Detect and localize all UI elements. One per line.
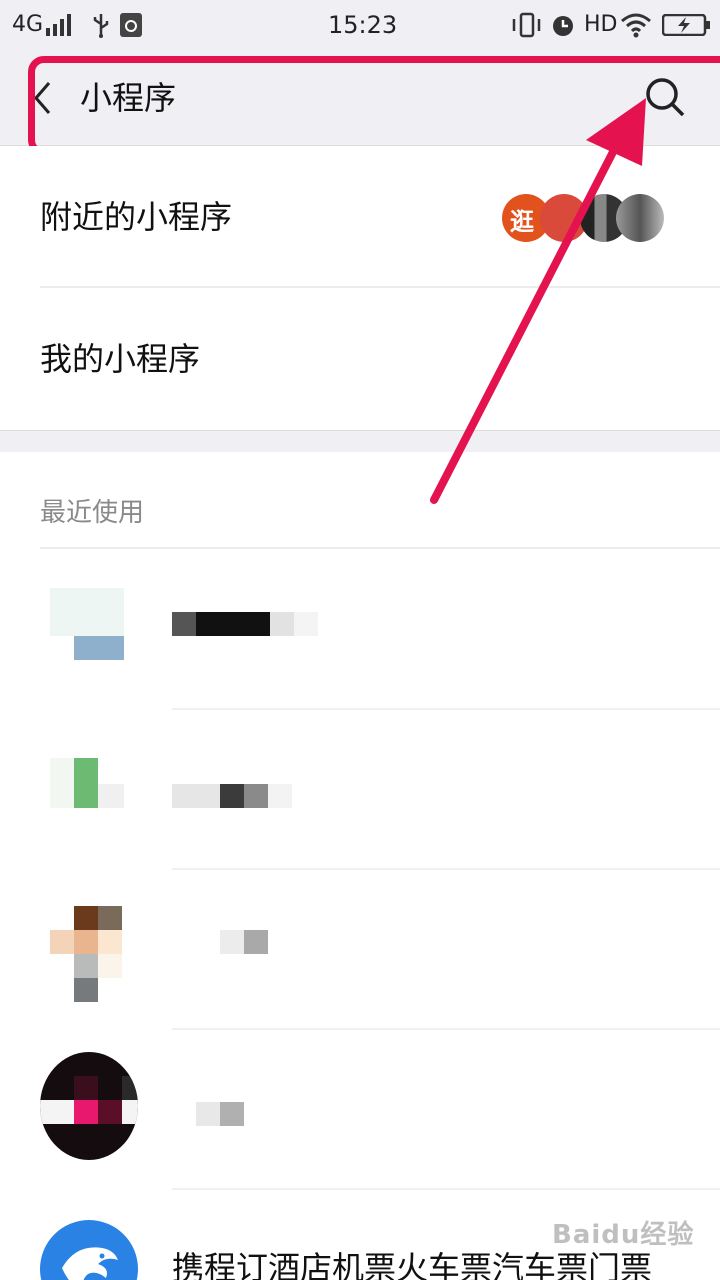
pixelated-app-name <box>220 930 270 954</box>
recent-app-row[interactable] <box>0 550 720 710</box>
status-bar: 4G 15:23 HD <box>0 0 720 50</box>
recent-section-header: 最近使用 <box>40 498 145 528</box>
pixelated-app-name <box>172 612 320 636</box>
clock: 15:23 <box>328 11 398 39</box>
pixelated-app-icon <box>50 758 124 832</box>
nearby-thumbnail <box>616 194 664 242</box>
annotation-highlight-box <box>28 56 720 156</box>
settings-notification-icon <box>120 13 142 37</box>
battery-charging-icon <box>662 14 710 36</box>
pixelated-app-icon <box>50 588 124 662</box>
alarm-icon <box>553 16 573 36</box>
pixelated-app-name <box>196 1102 246 1126</box>
recent-app-row[interactable] <box>0 870 720 1030</box>
nearby-thumbnails: 逛 <box>500 194 670 244</box>
recent-app-row[interactable] <box>0 1030 720 1190</box>
my-mini-programs-row[interactable]: 我的小程序 <box>0 288 720 430</box>
nearby-mini-programs-row[interactable]: 附近的小程序 逛 <box>0 146 720 288</box>
dolphin-icon <box>62 1247 118 1280</box>
signal-icon <box>46 14 71 36</box>
wifi-icon <box>621 13 651 38</box>
recent-app-row[interactable] <box>0 710 720 870</box>
ctrip-app-name: 携程订酒店机票火车票汽车票门票 <box>172 1249 653 1280</box>
network-type: 4G <box>12 12 44 37</box>
divider <box>40 547 720 549</box>
vibrate-icon <box>512 12 541 38</box>
usb-icon <box>93 14 109 38</box>
pixelated-app-icon <box>50 906 146 1004</box>
ctrip-app-icon[interactable] <box>40 1220 138 1280</box>
pixelated-app-name <box>172 784 296 808</box>
section-separator <box>0 430 720 452</box>
pixelated-app-icon <box>40 1052 138 1160</box>
my-mini-programs-label: 我的小程序 <box>40 340 201 378</box>
nearby-mini-programs-label: 附近的小程序 <box>40 198 233 236</box>
baidu-watermark: Baidu经验 <box>552 1220 695 1250</box>
hd-indicator: HD <box>584 12 618 37</box>
divider <box>172 1188 720 1190</box>
